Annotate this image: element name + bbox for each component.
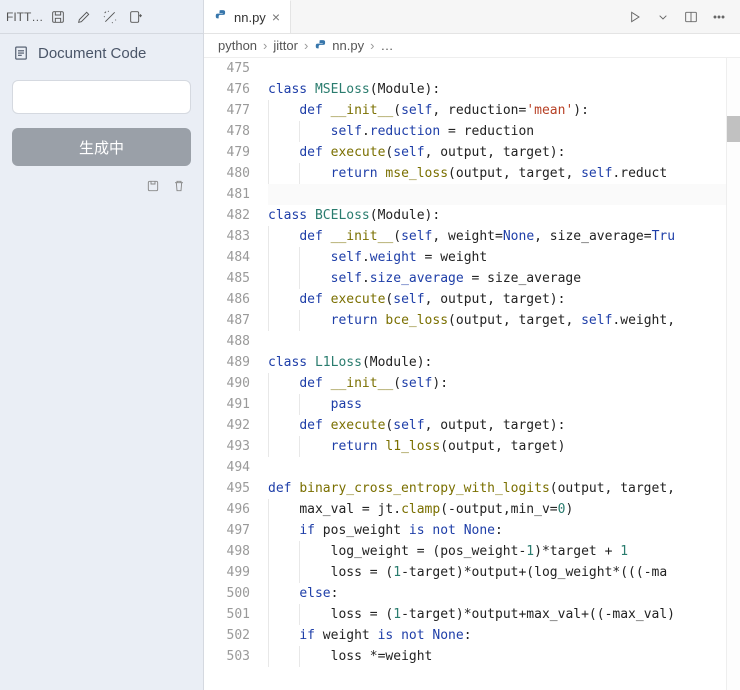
- breadcrumb-python[interactable]: python: [218, 38, 257, 53]
- trash-icon[interactable]: [169, 176, 189, 196]
- edit-icon[interactable]: [73, 6, 95, 28]
- breadcrumb-more[interactable]: …: [380, 38, 393, 53]
- generate-button-label: 生成中: [79, 137, 124, 158]
- doc-input[interactable]: [12, 80, 191, 114]
- wand-icon[interactable]: [99, 6, 121, 28]
- more-icon[interactable]: [708, 6, 730, 28]
- generate-button[interactable]: 生成中: [12, 128, 191, 166]
- export-icon[interactable]: [125, 6, 147, 28]
- python-icon: [214, 9, 228, 26]
- code-content[interactable]: class MSELoss(Module): def __init__(self…: [268, 58, 726, 690]
- chevron-down-icon[interactable]: [652, 6, 674, 28]
- split-icon[interactable]: [680, 6, 702, 28]
- tab-actions: [624, 6, 740, 28]
- editor-area: nn.py × python › jittor › nn.py › …: [204, 0, 740, 690]
- minimap[interactable]: [726, 58, 740, 690]
- breadcrumb-sep: ›: [261, 38, 269, 53]
- tab-nnpy[interactable]: nn.py ×: [204, 0, 291, 33]
- tab-label: nn.py: [234, 10, 266, 25]
- sidebar-top-bar: FITT…: [0, 0, 203, 34]
- line-gutter: 4754764774784794804814824834844854864874…: [204, 58, 268, 690]
- save-small-icon[interactable]: [143, 176, 163, 196]
- breadcrumb-file[interactable]: nn.py: [332, 38, 364, 53]
- breadcrumb[interactable]: python › jittor › nn.py › …: [204, 34, 740, 58]
- run-icon[interactable]: [624, 6, 646, 28]
- sidebar-small-icons: [0, 176, 203, 202]
- python-icon: [314, 39, 328, 53]
- scrollbar-thumb[interactable]: [727, 116, 740, 142]
- close-icon[interactable]: ×: [272, 10, 280, 24]
- save-icon[interactable]: [47, 6, 69, 28]
- document-code-section[interactable]: Document Code: [0, 34, 203, 72]
- code-editor[interactable]: 4754764774784794804814824834844854864874…: [204, 58, 740, 690]
- sidebar-top-label: FITT…: [6, 10, 43, 24]
- breadcrumb-sep: ›: [368, 38, 376, 53]
- tab-bar: nn.py ×: [204, 0, 740, 34]
- document-code-label: Document Code: [38, 45, 146, 62]
- sidebar: FITT… Document Code 生成中: [0, 0, 204, 690]
- breadcrumb-sep: ›: [302, 38, 310, 53]
- breadcrumb-jittor[interactable]: jittor: [273, 38, 298, 53]
